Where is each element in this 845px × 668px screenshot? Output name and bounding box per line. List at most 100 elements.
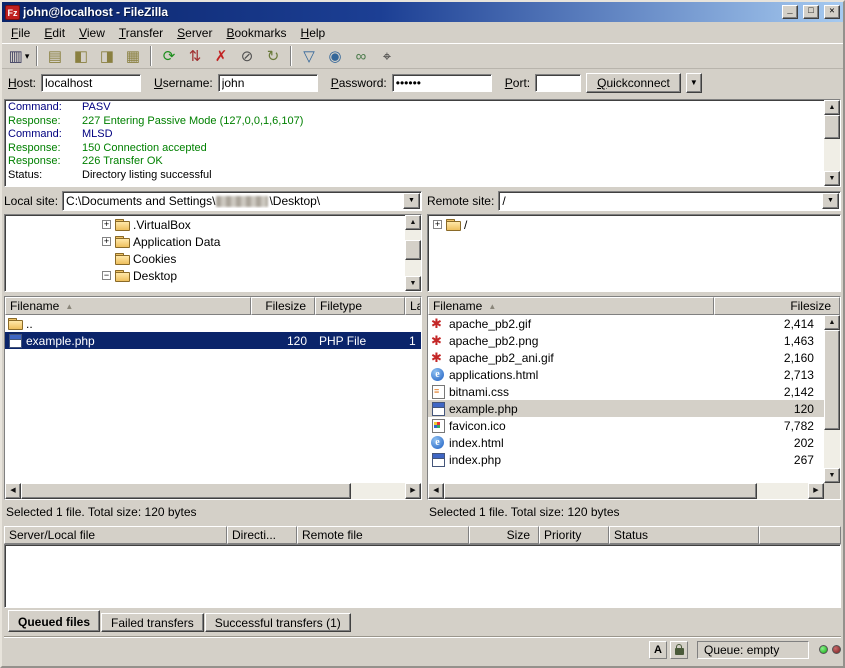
scroll-thumb[interactable] [824, 115, 840, 139]
menu-edit[interactable]: Edit [37, 24, 72, 42]
toggle-remote-tree-button[interactable]: ◨ [95, 45, 119, 67]
expand-icon[interactable]: + [102, 220, 111, 229]
file-row-example-php[interactable]: example.php120PHP File1 [5, 332, 421, 349]
refresh-button[interactable]: ⟳ [157, 45, 181, 67]
column-header-filetype[interactable]: Filetype [315, 297, 405, 315]
file-row-item[interactable]: .. [5, 315, 421, 332]
remote-list-scrollbar[interactable]: ▲ ▼ [824, 315, 840, 483]
scroll-track[interactable] [824, 330, 840, 468]
scroll-left-button[interactable]: ◀ [428, 483, 444, 499]
file-row-bitnami-css[interactable]: bitnami.css2,142 [428, 383, 824, 400]
username-input[interactable] [218, 74, 318, 92]
scroll-up-button[interactable]: ▲ [824, 100, 840, 115]
scroll-thumb[interactable] [405, 240, 421, 260]
scroll-left-button[interactable]: ◀ [5, 483, 21, 499]
local-horizontal-scrollbar[interactable]: ◀ ▶ [5, 483, 421, 499]
scroll-thumb[interactable] [21, 483, 351, 499]
scroll-track[interactable] [824, 115, 840, 171]
transfer-queue-list[interactable] [4, 544, 841, 608]
datatype-indicator-icon[interactable]: A [649, 641, 667, 659]
find-files-button[interactable]: ⌖ [375, 45, 399, 67]
scroll-up-button[interactable]: ▲ [405, 215, 421, 230]
encryption-indicator-icon[interactable] [670, 641, 688, 659]
password-input[interactable] [392, 74, 492, 92]
collapse-icon[interactable]: − [102, 271, 111, 280]
menu-transfer[interactable]: Transfer [112, 24, 170, 42]
local-tree-item-cookies[interactable]: Cookies [6, 250, 404, 267]
site-manager-button[interactable]: ▥▾ [7, 45, 31, 67]
column-header-filename[interactable]: Filename▲ [428, 297, 714, 315]
remote-directory-tree[interactable]: +/ [427, 214, 841, 292]
local-tree-item-application-data[interactable]: +Application Data [6, 233, 404, 250]
disconnect-button[interactable]: ⊘ [235, 45, 259, 67]
tab-successful-transfers-1[interactable]: Successful transfers (1) [205, 613, 351, 632]
remote-site-dropdown-icon[interactable]: ▼ [822, 193, 839, 209]
file-row-index-html[interactable]: index.html202 [428, 434, 824, 451]
scroll-down-button[interactable]: ▼ [824, 468, 840, 483]
minimize-button[interactable]: _ [782, 5, 798, 19]
local-site-dropdown-icon[interactable]: ▼ [403, 193, 420, 209]
quickconnect-button[interactable]: Quickconnect [586, 73, 681, 93]
filter-button[interactable]: ▽ [297, 45, 321, 67]
column-header-filesize[interactable]: Filesize [714, 297, 840, 315]
menu-view[interactable]: View [72, 24, 112, 42]
column-header-status[interactable]: Status [609, 526, 759, 544]
local-directory-tree[interactable]: +.VirtualBox+Application DataCookies−Des… [4, 214, 422, 292]
synchronized-browsing-button[interactable]: ∞ [349, 45, 373, 67]
column-header-directi[interactable]: Directi... [227, 526, 297, 544]
file-row-applications-html[interactable]: applications.html2,713 [428, 366, 824, 383]
menu-bookmarks[interactable]: Bookmarks [219, 24, 293, 42]
local-site-combo[interactable]: C:\Documents and Settings\\Desktop\ ▼ [62, 191, 422, 211]
file-row-apache-pb2-png[interactable]: apache_pb2.png1,463 [428, 332, 824, 349]
scroll-down-button[interactable]: ▼ [405, 276, 421, 291]
scroll-down-button[interactable]: ▼ [824, 171, 840, 186]
remote-tree-item-item[interactable]: +/ [429, 216, 839, 233]
expand-icon[interactable]: + [433, 220, 442, 229]
toggle-transfer-queue-button[interactable]: ▦ [121, 45, 145, 67]
site-manager-dropdown-icon[interactable]: ▾ [25, 51, 30, 62]
remote-list-body[interactable]: apache_pb2.gif2,414apache_pb2.png1,463ap… [428, 315, 840, 483]
scroll-right-button[interactable]: ▶ [808, 483, 824, 499]
column-header-server-local-file[interactable]: Server/Local file [4, 526, 227, 544]
column-header-priority[interactable]: Priority [539, 526, 609, 544]
column-header-size[interactable]: Size [469, 526, 539, 544]
tab-failed-transfers[interactable]: Failed transfers [101, 613, 204, 632]
local-list-body[interactable]: ..example.php120PHP File1 [5, 315, 421, 483]
remote-horizontal-scrollbar[interactable]: ◀ ▶ [428, 483, 824, 499]
file-row-favicon-ico[interactable]: favicon.ico7,782 [428, 417, 824, 434]
scroll-up-button[interactable]: ▲ [824, 315, 840, 330]
scroll-thumb[interactable] [824, 330, 840, 430]
maximize-button[interactable]: □ [803, 5, 819, 19]
file-row-index-php[interactable]: index.php267 [428, 451, 824, 468]
file-row-apache-pb2-gif[interactable]: apache_pb2.gif2,414 [428, 315, 824, 332]
local-tree-item-desktop[interactable]: −Desktop [6, 267, 404, 284]
port-input[interactable] [535, 74, 581, 92]
expand-icon[interactable]: + [102, 237, 111, 246]
column-header-filesize[interactable]: Filesize [251, 297, 315, 315]
cancel-operation-button[interactable]: ✗ [209, 45, 233, 67]
toggle-local-tree-button[interactable]: ◧ [69, 45, 93, 67]
scroll-right-button[interactable]: ▶ [405, 483, 421, 499]
scroll-track[interactable] [405, 230, 421, 276]
process-queue-button[interactable]: ⇅ [183, 45, 207, 67]
titlebar[interactable]: Fz john@localhost - FileZilla _ □ ✕ [2, 2, 843, 22]
menu-server[interactable]: Server [170, 24, 219, 42]
log-scrollbar[interactable]: ▲ ▼ [824, 100, 840, 186]
file-row-example-php[interactable]: example.php120 [428, 400, 824, 417]
close-button[interactable]: ✕ [824, 5, 840, 19]
menu-help[interactable]: Help [294, 24, 333, 42]
message-log[interactable]: Command:PASVResponse:227 Entering Passiv… [4, 99, 841, 187]
compare-directories-button[interactable]: ◉ [323, 45, 347, 67]
column-header-last-modified[interactable]: Last modified [405, 297, 421, 315]
reconnect-button[interactable]: ↻ [261, 45, 285, 67]
file-row-apache-pb2-ani-gif[interactable]: apache_pb2_ani.gif2,160 [428, 349, 824, 366]
scroll-thumb[interactable] [444, 483, 757, 499]
menu-file[interactable]: File [4, 24, 37, 42]
local-tree-scrollbar[interactable]: ▲ ▼ [405, 215, 421, 291]
quickconnect-dropdown-button[interactable]: ▼ [686, 73, 702, 93]
scroll-track[interactable] [444, 483, 808, 499]
tab-queued-files[interactable]: Queued files [8, 610, 100, 632]
host-input[interactable] [41, 74, 141, 92]
local-tree-item-virtualbox[interactable]: +.VirtualBox [6, 216, 404, 233]
column-header-filename[interactable]: Filename▲ [5, 297, 251, 315]
